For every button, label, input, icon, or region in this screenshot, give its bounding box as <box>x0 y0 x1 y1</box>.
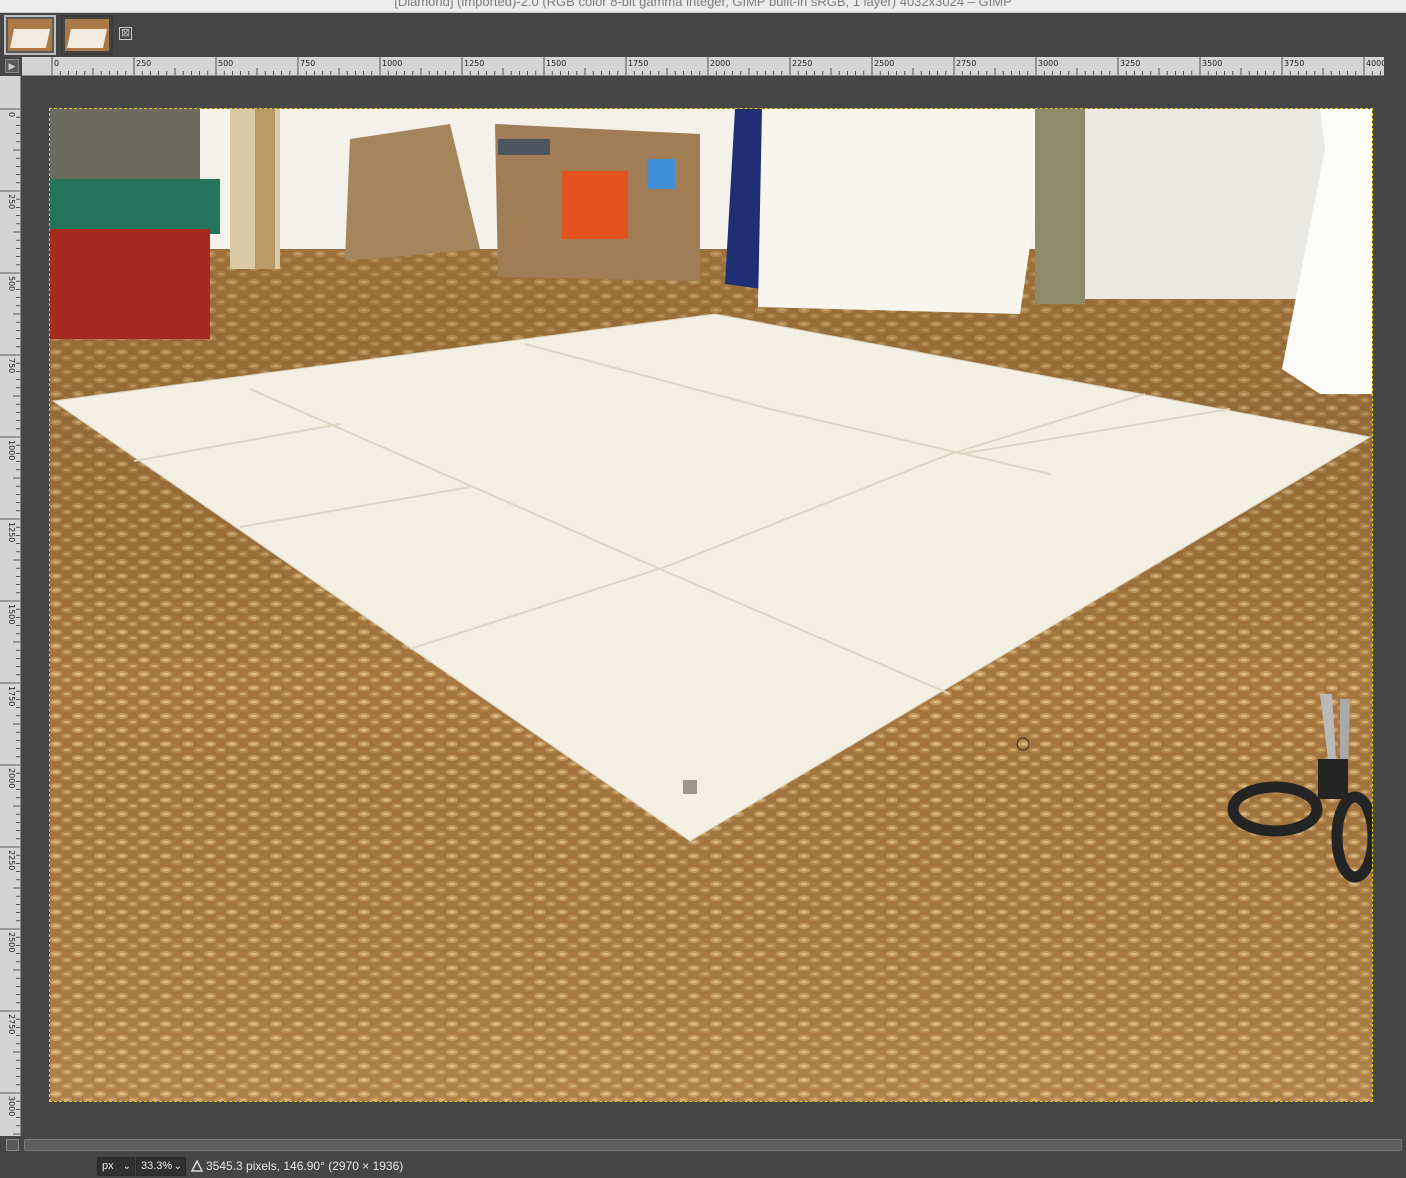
photo-thumbnail-icon <box>65 19 109 51</box>
ruler-label: 500 <box>218 59 233 68</box>
ruler-label: 3000 <box>7 1096 16 1116</box>
ruler-label: 0 <box>7 112 16 117</box>
patterned-fabric <box>1035 109 1085 304</box>
image-canvas[interactable] <box>49 108 1373 1102</box>
ruler-label: 500 <box>7 276 16 291</box>
green-bin-lid <box>50 179 220 234</box>
ruler-label: 2500 <box>874 59 894 68</box>
ruler-label: 1750 <box>628 59 648 68</box>
unit-selector[interactable]: px ⌄ <box>97 1157 135 1176</box>
white-board <box>758 109 1050 314</box>
vertical-ruler[interactable]: 0 250 500 750 1000 1250 1500 1750 2000 2250 2500 27… <box>0 76 21 1136</box>
horizontal-ruler[interactable]: 0 250 500 750 1000 1250 1500 1750 2000 2250 2500 27… <box>22 57 1384 76</box>
ruler-label: 2500 <box>7 932 16 952</box>
ruler-label: 3500 <box>1202 59 1222 68</box>
ruler-label: 2250 <box>7 850 16 870</box>
ruler-label: 3000 <box>1038 59 1058 68</box>
navigate-image-button[interactable] <box>6 1139 19 1151</box>
zoom-value: 33.3% <box>141 1160 173 1172</box>
ruler-label: 750 <box>7 358 16 373</box>
photo-thumbnail-icon <box>8 19 52 51</box>
measure-readout: 3545.3 pixels, 146.90° (2970 × 1936) <box>206 1159 404 1173</box>
ruler-label: 2000 <box>710 59 730 68</box>
ruler-label: 1500 <box>7 604 16 624</box>
ruler-label: 1000 <box>7 440 16 460</box>
horizontal-ruler-ticks: 0 250 500 750 1000 1250 1500 1750 2000 2250 2500 27… <box>51 57 1384 75</box>
ruler-label: 2000 <box>7 768 16 788</box>
image-tab-1[interactable] <box>4 15 56 55</box>
quick-mask-menu-button[interactable]: ▶ <box>5 59 19 73</box>
window-titlebar: [Diamond] (imported)-2.0 (RGB color 8-bi… <box>0 0 1406 13</box>
canvas-area[interactable] <box>21 76 1406 1136</box>
horizontal-scrollbar[interactable] <box>24 1139 1402 1151</box>
window-title: [Diamond] (imported)-2.0 (RGB color 8-bi… <box>394 0 1012 9</box>
image-tab-bar: ⊠ <box>0 13 1406 57</box>
ruler-label: 1250 <box>464 59 484 68</box>
ruler-label: 1500 <box>546 59 566 68</box>
ruler-label: 3750 <box>1284 59 1304 68</box>
photo-paper-on-rug <box>50 109 1372 1101</box>
chevron-down-icon: ⌄ <box>173 1161 182 1172</box>
ruler-label: 1000 <box>382 59 402 68</box>
status-bar: px ⌄ 33.3% ⌄ 3545.3 pixels, 146.90° (297… <box>0 1154 1406 1178</box>
ruler-label: 250 <box>136 59 151 68</box>
unit-value: px <box>102 1160 114 1172</box>
ruler-label: 2750 <box>7 1014 16 1034</box>
chevron-down-icon: ⌄ <box>122 1161 131 1172</box>
ruler-label: 0 <box>54 59 59 68</box>
ruler-label: 1750 <box>7 686 16 706</box>
zoom-selector[interactable]: 33.3% ⌄ <box>136 1157 186 1176</box>
ruler-label: 3250 <box>1120 59 1140 68</box>
ruler-label: 4000 <box>1366 59 1384 68</box>
ruler-label: 250 <box>7 194 16 209</box>
ruler-label: 1250 <box>7 522 16 542</box>
red-bin <box>50 229 210 339</box>
ruler-label: 750 <box>300 59 315 68</box>
lego-bin <box>50 109 200 184</box>
vertical-ruler-ticks: 0 250 500 750 1000 1250 1500 1750 2000 2250 2500 27… <box>0 108 20 1135</box>
image-tab-2[interactable] <box>61 15 113 55</box>
ruler-label: 2250 <box>792 59 812 68</box>
close-tab-icon[interactable]: ⊠ <box>119 27 132 40</box>
measure-tool-icon <box>190 1159 204 1172</box>
ruler-label: 2750 <box>956 59 976 68</box>
